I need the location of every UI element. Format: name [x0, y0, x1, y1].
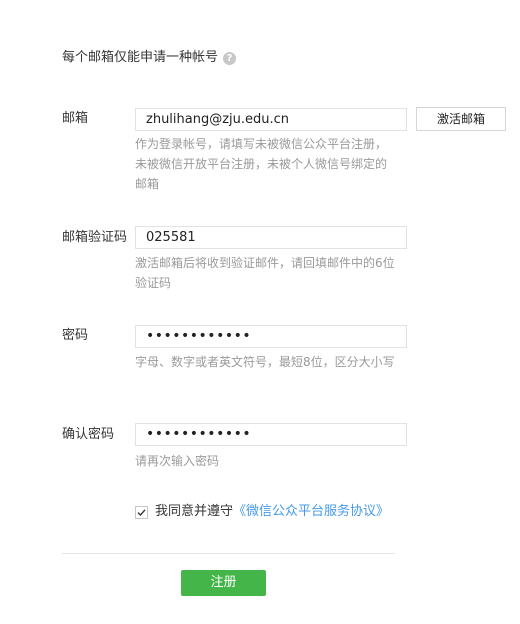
email-label: 邮箱 — [62, 111, 89, 126]
email-field[interactable]: zhulihang@zju.edu.cn — [135, 108, 407, 131]
help-icon[interactable]: ? — [223, 51, 237, 65]
check-icon — [137, 508, 146, 516]
register-button[interactable]: 注册 — [181, 570, 266, 596]
password-field[interactable]: •••••••••••• — [135, 325, 407, 348]
divider — [62, 553, 395, 554]
verify-code-hint: 激活邮箱后将收到验证邮件，请回填邮件中的6位验证码 — [135, 256, 395, 290]
verify-code-field[interactable]: 025581 — [135, 226, 407, 249]
confirm-password-label: 确认密码 — [62, 427, 115, 442]
agreement-text: 我同意并遵守 — [155, 504, 234, 519]
activate-email-button[interactable]: 激活邮箱 — [416, 107, 506, 131]
password-hint: 字母、数字或者英文符号，最短8位，区分大小写 — [135, 355, 395, 369]
confirm-password-field[interactable]: •••••••••••• — [135, 423, 407, 446]
account-notice: 每个邮箱仅能申请一种帐号 ? — [62, 50, 237, 66]
password-label: 密码 — [62, 328, 89, 343]
agreement-checkbox[interactable] — [135, 505, 148, 519]
account-notice-text: 每个邮箱仅能申请一种帐号 — [62, 50, 219, 65]
email-hint: 作为登录帐号，请填写未被微信公众平台注册，未被微信开放平台注册，未被个人微信号绑… — [135, 137, 388, 191]
verify-code-label: 邮箱验证码 — [62, 230, 128, 245]
agreement-link[interactable]: 《微信公众平台服务协议》 — [233, 504, 389, 520]
confirm-password-hint: 请再次输入密码 — [135, 454, 220, 468]
agreement-row: 我同意并遵守 《微信公众平台服务协议》 — [135, 504, 389, 520]
